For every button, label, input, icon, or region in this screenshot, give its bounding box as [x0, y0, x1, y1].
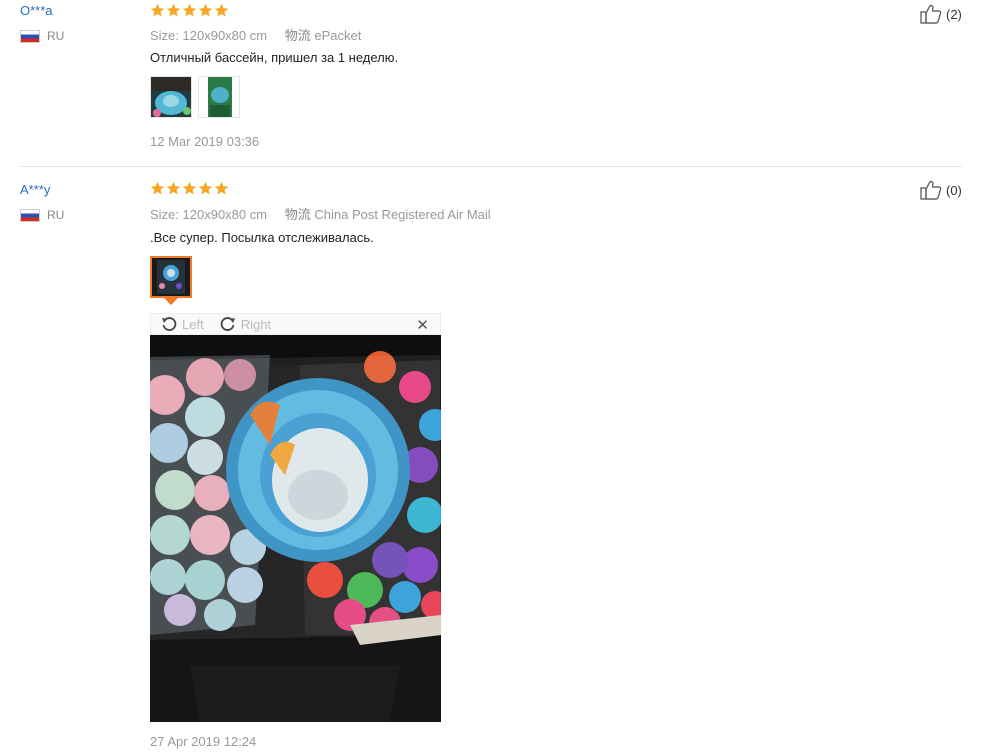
reviewer-country: RU	[20, 29, 64, 43]
rotate-right-icon	[220, 317, 235, 331]
shipping-label: 物流	[284, 28, 311, 43]
thumbs-up-icon	[920, 4, 942, 24]
thumbs-up-icon	[920, 180, 942, 200]
order-info: Size: 120x90x80 cm 物流 ePacket	[150, 25, 361, 44]
country-code: RU	[47, 208, 65, 222]
review-date: 12 Mar 2019 03:36	[150, 134, 260, 149]
country-code: RU	[47, 29, 65, 43]
star-icon	[182, 181, 197, 195]
star-icon	[214, 3, 229, 17]
selected-caret-icon	[164, 298, 178, 305]
reviewer-name[interactable]: A***y	[20, 182, 50, 197]
star-icon	[166, 3, 181, 17]
close-icon[interactable]: ✕	[416, 316, 429, 334]
size-value: 120x90x80 cm	[182, 207, 268, 222]
review-image-thumbnail[interactable]	[198, 76, 240, 118]
star-icon	[214, 181, 229, 195]
review-text: Отличный бассейн, пришел за 1 неделю.	[150, 50, 399, 65]
star-icon	[166, 181, 181, 195]
review-text: .Все супер. Посылка отслеживалась.	[150, 230, 374, 245]
star-icon	[198, 181, 213, 195]
size-label: Size:	[150, 207, 179, 222]
star-icon	[150, 181, 165, 195]
review-photo	[150, 335, 441, 722]
review-date: 27 Apr 2019 12:24	[150, 734, 257, 749]
review-images	[150, 256, 192, 298]
rotate-left-label: Left	[182, 316, 204, 332]
size-value: 120x90x80 cm	[182, 28, 268, 43]
helpful-button[interactable]: (2)	[920, 4, 962, 24]
review-divider	[20, 166, 962, 167]
flag-ru-icon	[20, 208, 40, 222]
helpful-count: (2)	[946, 6, 962, 22]
reviewer-name[interactable]: O***a	[20, 3, 53, 18]
order-info: Size: 120x90x80 cm 物流 China Post Registe…	[150, 204, 491, 223]
rotate-left-button[interactable]: Left	[161, 316, 204, 332]
rotate-right-button[interactable]: Right	[220, 316, 271, 332]
review-image-thumbnail[interactable]	[150, 76, 192, 118]
star-icon	[150, 3, 165, 17]
rotate-right-label: Right	[240, 316, 272, 332]
rotate-left-icon	[162, 317, 177, 331]
image-viewer: Left Right ✕	[150, 313, 441, 722]
viewer-toolbar: Left Right ✕	[150, 313, 441, 335]
star-icon	[182, 3, 197, 17]
review-image-thumbnail[interactable]	[150, 256, 192, 298]
shipping-label: 物流	[284, 207, 311, 222]
star-rating	[150, 181, 229, 196]
shipping-value: ePacket	[314, 28, 362, 43]
star-icon	[198, 3, 213, 17]
helpful-count: (0)	[946, 182, 962, 198]
review-images	[150, 76, 240, 118]
star-rating	[150, 3, 229, 18]
size-label: Size:	[150, 28, 179, 43]
helpful-button[interactable]: (0)	[920, 180, 962, 200]
shipping-value: China Post Registered Air Mail	[314, 207, 491, 222]
reviewer-country: RU	[20, 208, 64, 222]
flag-ru-icon	[20, 29, 40, 43]
